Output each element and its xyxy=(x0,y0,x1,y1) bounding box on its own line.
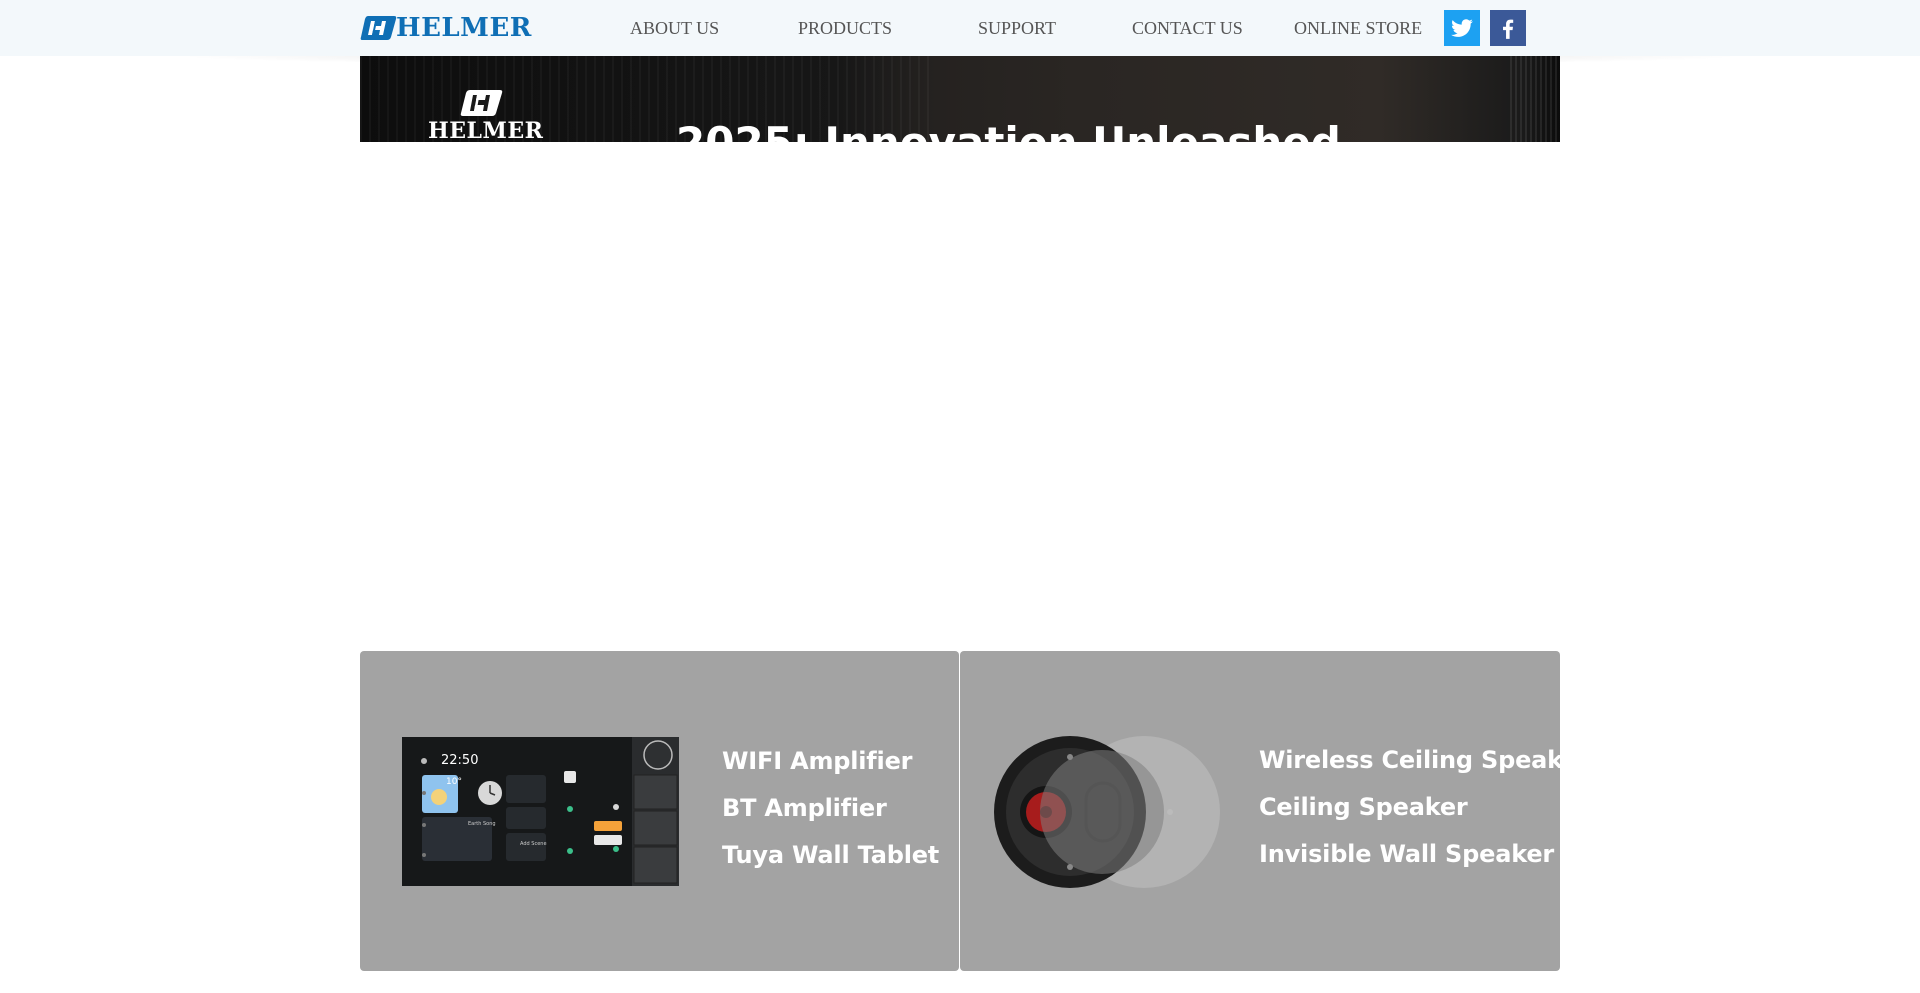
hero-logo-icon xyxy=(460,90,503,116)
hero-banner[interactable]: HELMER 2025: Innovation Unleashed xyxy=(360,56,1560,142)
nav-products[interactable]: PRODUCTS xyxy=(798,18,892,38)
site-header: HELMER ABOUT US PRODUCTS SUPPORT CONTACT… xyxy=(0,0,1920,56)
logo-text: HELMER xyxy=(396,13,532,43)
nav-contact-us[interactable]: CONTACT US xyxy=(1132,18,1243,38)
tablet-add-scene: Add Scene xyxy=(520,841,547,847)
ceiling-speaker-image xyxy=(994,736,1220,888)
product-card-amplifiers: 22:50 10° Earth Song Add Scene WIFI Ampl… xyxy=(360,651,959,971)
link-wireless-ceiling-speaker[interactable]: Wireless Ceiling Speaker xyxy=(1259,745,1590,775)
link-bt-amplifier[interactable]: BT Amplifier xyxy=(722,793,887,823)
helmer-logo-icon xyxy=(360,16,397,40)
helmer-logo[interactable]: HELMER xyxy=(360,13,532,43)
twitter-icon xyxy=(1451,19,1473,37)
wall-tablet-image: 22:50 10° Earth Song Add Scene xyxy=(402,737,679,886)
hero-logo-text: HELMER xyxy=(428,118,544,142)
link-wifi-amplifier[interactable]: WIFI Amplifier xyxy=(722,746,912,776)
tablet-song: Earth Song xyxy=(468,821,496,827)
facebook-icon xyxy=(1503,19,1514,39)
facebook-link[interactable] xyxy=(1490,10,1526,46)
link-invisible-wall-speaker[interactable]: Invisible Wall Speaker xyxy=(1259,839,1554,869)
nav-about-us[interactable]: ABOUT US xyxy=(630,18,719,38)
hero-texture-right xyxy=(1510,56,1560,142)
nav-online-store[interactable]: ONLINE STORE xyxy=(1294,18,1422,38)
link-ceiling-speaker[interactable]: Ceiling Speaker xyxy=(1259,792,1468,822)
link-tuya-wall-tablet[interactable]: Tuya Wall Tablet xyxy=(722,840,939,870)
product-card-speakers: Wireless Ceiling Speaker Ceiling Speaker… xyxy=(960,651,1590,971)
nav-support[interactable]: SUPPORT xyxy=(978,18,1056,38)
hero-title: 2025: Innovation Unleashed xyxy=(676,118,1341,142)
twitter-link[interactable] xyxy=(1444,10,1480,46)
tablet-time: 22:50 xyxy=(441,753,479,768)
tablet-temperature: 10° xyxy=(446,777,462,787)
